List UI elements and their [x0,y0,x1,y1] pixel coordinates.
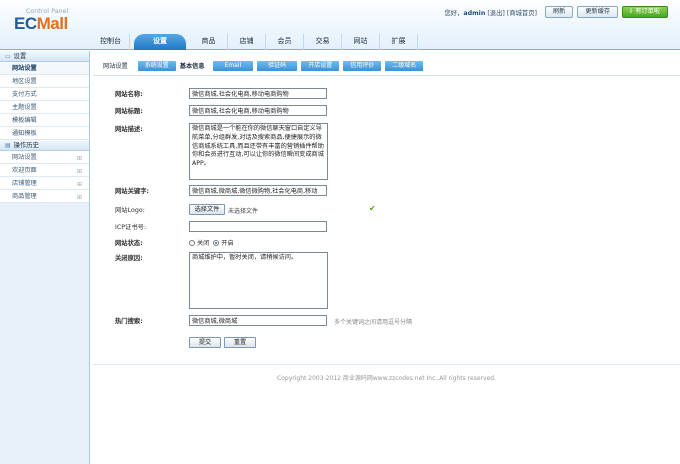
status-off-label: 关闭 [197,240,210,247]
hot-search-label: 热门搜索: [115,318,143,325]
history-item-label: 网站设置 [12,154,37,161]
sidebar-group-label: 设置 [13,52,27,60]
submit-button[interactable]: 提交 [189,337,221,348]
sidebar-item-notify-template[interactable]: 通知模板 [0,127,89,140]
tab-credit[interactable]: 信用评价 [343,60,382,71]
nav-trade[interactable]: 交易 [304,34,342,50]
site-logo-label: 网站Logo: [115,207,145,214]
history-item-goods-manage[interactable]: 商品管理 ⊞ [0,190,89,203]
order-alert-button[interactable]: ⇩ 有订单啦 [622,6,668,18]
check-icon: ✔ [369,204,376,213]
nav-dashboard[interactable]: 控制台 [92,34,130,50]
icp-label: ICP证书号: [115,224,147,231]
logo-ec: EC [14,14,37,33]
status-on-radio[interactable] [213,240,220,246]
nav-website[interactable]: 网站 [342,34,380,50]
tab-subdomain[interactable]: 二级域名 [385,60,424,71]
top-bar: 您好，admin [退出] [商城首页] 刷新 更新缓存 ⇩ 有订单啦 [444,6,668,18]
nav-extend[interactable]: 扩展 [380,34,418,50]
sidebar-item-theme[interactable]: 主题设置 [0,101,89,114]
sidebar-item-region[interactable]: 地区设置 [0,75,89,88]
tab-captcha[interactable]: 验证码 [257,60,298,71]
sidebar-item-template[interactable]: 模板编辑 [0,114,89,127]
tab-email[interactable]: Email [212,60,254,71]
sidebar-item-site-settings[interactable]: 网站设置 [0,62,89,75]
footer: Copyright 2003-2012 商业源码网www.zzcodes.net… [277,375,496,382]
order-alert-label: 有订单啦 [635,8,660,15]
site-desc-textarea[interactable]: 微信商城是一个能在你的微信聊天窗口自定义导航菜单,分组群发,对话及搜索商品,便捷… [189,123,328,180]
site-name-input[interactable]: 微信商城,社会化电商,移动电商购物 [189,88,327,99]
close-reason-textarea[interactable]: 商城维护中，暂时关闭，请稍候访问。 [189,252,328,309]
sidebar-item-payment[interactable]: 支付方式 [0,88,89,101]
username: admin [463,9,486,17]
site-desc-label: 网站描述: [115,126,143,133]
tab-store-settings[interactable]: 开店设置 [301,60,340,71]
nav-goods[interactable]: 商品 [190,34,228,50]
history-item-store-manage[interactable]: 店铺管理 ⊞ [0,177,89,190]
welcome-prefix: 您好， [444,9,464,17]
nav-members[interactable]: 会员 [266,34,304,50]
status-off-radio[interactable] [189,240,195,246]
clear-cache-button[interactable]: 更新缓存 [577,6,619,18]
status-label: 网站状态: [115,240,143,247]
site-keywords-input[interactable]: 微信商城,微商城,微信微购物,社会化电商,移动 [189,185,327,196]
site-title-label: 网站标题: [115,108,143,115]
reset-button[interactable]: 重置 [224,337,256,348]
history-item-label: 欢迎页面 [12,167,37,174]
tab-system[interactable]: 系统设置 [137,60,176,71]
welcome-text: 您好，admin [退出] [商城首页] [444,8,537,17]
site-name-label: 网站名称: [115,91,143,98]
nav-settings[interactable]: 设置 [134,34,186,50]
sidebar-group-label: 操作历史 [13,141,39,149]
folder-icon: ▭ [5,52,11,60]
history-icon: ▤ [5,141,11,149]
footer-divider [93,364,680,365]
sidebar: ▭ 设置 网站设置 地区设置 支付方式 主题设置 模板编辑 通知模板 ▤ 操作历史 … [0,51,90,464]
status-radio-group: 关闭 开启 [189,238,234,247]
history-item-welcome[interactable]: 欢迎页面 ⊞ [0,164,89,177]
header: Control Panel ECMall 您好，admin [退出] [商城首页… [0,0,680,50]
section-title: 网站设置 [103,63,128,70]
history-item-label: 商品管理 [12,193,37,200]
site-keywords-label: 网站关键字: [115,188,150,195]
status-on-label: 开启 [221,240,234,247]
sidebar-group-settings[interactable]: ▭ 设置 [0,51,89,62]
logo: ECMall [14,14,68,34]
site-title-input[interactable]: 微信商城,社会化电商,移动电商购物 [189,105,327,116]
refresh-button[interactable]: 刷新 [544,6,574,18]
main-nav: 控制台 设置 商品 店铺 会员 交易 网站 扩展 [92,34,418,50]
mall-home-link[interactable]: [商城首页] [507,10,537,17]
download-icon: ⇩ [628,8,634,15]
settings-tabs: 网站设置 系统设置 基本信息 Email 验证码 开店设置 信用评价 二级域名 [93,56,680,76]
icp-input[interactable] [189,221,327,232]
hot-search-input[interactable]: 微信商城,微商城 [189,315,327,326]
history-item-site-settings[interactable]: 网站设置 ⊞ [0,151,89,164]
history-item-label: 店铺管理 [12,180,37,187]
no-file-text: 未选择文件 [228,208,259,215]
add-icon[interactable]: ⊞ [77,191,82,204]
nav-stores[interactable]: 店铺 [228,34,266,50]
choose-file-button[interactable]: 选择文件 [189,204,225,215]
tab-basic-info[interactable]: 基本信息 [180,61,205,70]
logout-link[interactable]: [退出] [487,10,505,17]
hot-search-hint: 多个关键词之间请用逗号分隔 [334,319,413,326]
close-reason-label: 关闭原因: [115,255,143,262]
sidebar-group-history[interactable]: ▤ 操作历史 [0,140,89,151]
logo-mall: Mall [36,14,69,33]
